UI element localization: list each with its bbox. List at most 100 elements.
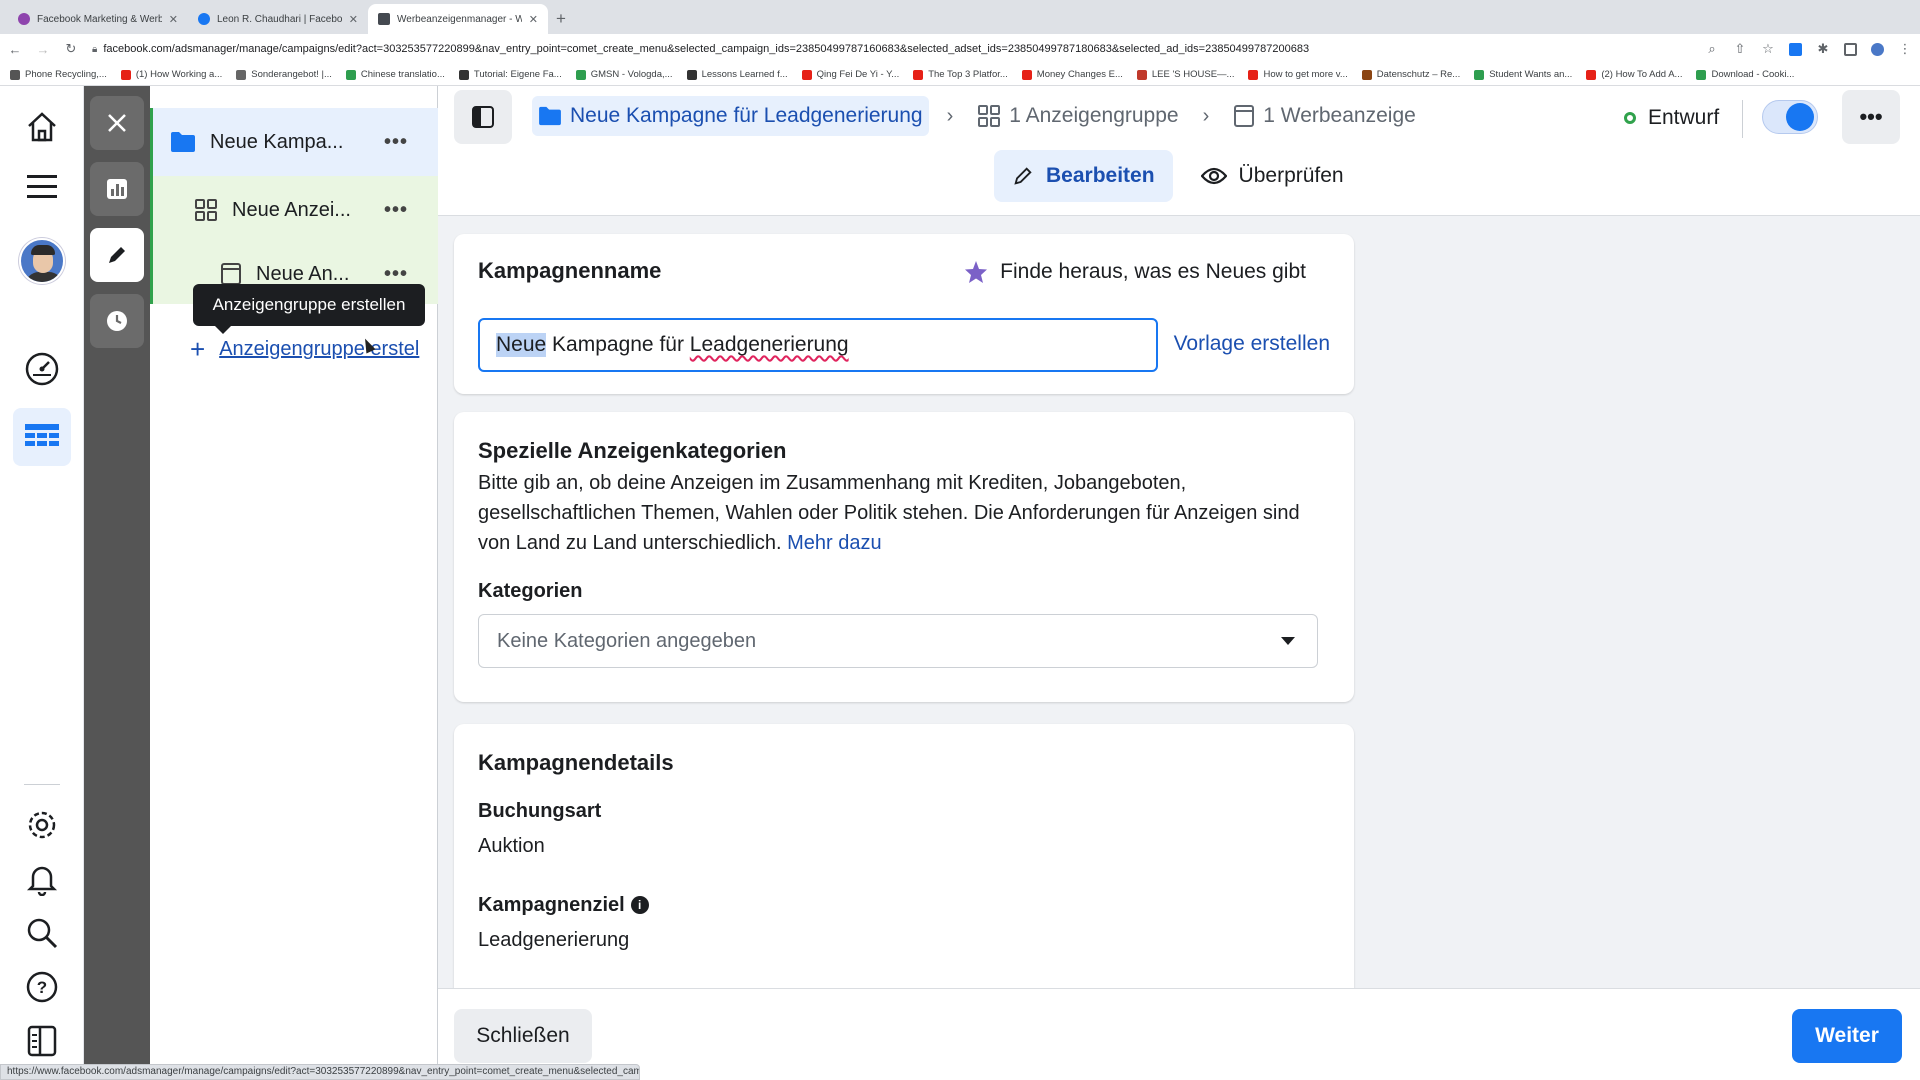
- bookmark-favicon-icon: [10, 69, 20, 80]
- tree-item-campaign[interactable]: Neue Kampa... •••: [150, 108, 438, 176]
- home-icon[interactable]: [13, 98, 71, 156]
- bookmark-item[interactable]: Sonderangebot! |...: [236, 69, 332, 80]
- tab-title: Facebook Marketing & Werbea: [37, 13, 162, 25]
- campaign-on-off-toggle[interactable]: [1762, 100, 1818, 134]
- extensions-icon[interactable]: ✱: [1816, 41, 1830, 57]
- bookmark-item[interactable]: Qing Fei De Yi - Y...: [801, 69, 899, 80]
- create-template-link[interactable]: Vorlage erstellen: [1174, 332, 1330, 356]
- bookmark-item[interactable]: Student Wants an...: [1474, 69, 1572, 80]
- sidebar-icon[interactable]: [1844, 42, 1857, 56]
- bookmark-item[interactable]: The Top 3 Platfor...: [913, 69, 1008, 80]
- more-options-button[interactable]: •••: [1842, 90, 1900, 144]
- divider: [1742, 100, 1743, 138]
- categories-select[interactable]: Keine Kategorien angegeben: [478, 614, 1318, 668]
- bookmark-favicon-icon: [1474, 69, 1485, 80]
- toggle-tree-panel-icon[interactable]: [454, 90, 512, 144]
- tab-edit[interactable]: Bearbeiten: [994, 150, 1173, 202]
- campaign-name-input[interactable]: Neue Kampagne für Leadgenerierung: [478, 318, 1158, 372]
- bookmark-item[interactable]: How to get more v...: [1248, 69, 1348, 80]
- bookmark-item[interactable]: (1) How Working a...: [120, 69, 222, 80]
- tab-close-icon[interactable]: ✕: [349, 13, 358, 26]
- url-field[interactable]: 🔒︎ facebook.com/adsmanager/manage/campai…: [92, 43, 1691, 55]
- tab-close-icon[interactable]: ✕: [169, 13, 178, 26]
- browser-tab[interactable]: Facebook Marketing & Werbea ✕: [8, 4, 188, 34]
- bookmark-item[interactable]: Chinese translatio...: [345, 69, 445, 80]
- bookmark-item[interactable]: Tutorial: Eigene Fa...: [458, 69, 562, 80]
- browser-tab[interactable]: Leon R. Chaudhari | Facebook ✕: [188, 4, 368, 34]
- input-spellcheck-text: Leadgenerierung: [689, 333, 849, 356]
- bookmark-item[interactable]: Download - Cooki...: [1696, 69, 1794, 80]
- notifications-bell-icon[interactable]: [13, 850, 71, 908]
- bookmark-item[interactable]: LEE 'S HOUSE—...: [1136, 69, 1234, 80]
- url-text: facebook.com/adsmanager/manage/campaigns…: [103, 43, 1310, 55]
- youtube-icon: [1248, 69, 1259, 80]
- breadcrumb: Neue Kampagne für Leadgenerierung › 1 An…: [532, 96, 1422, 136]
- special-ad-categories-card: Spezielle Anzeigenkategorien Bitte gib a…: [454, 412, 1354, 702]
- chart-bars-icon[interactable]: [90, 162, 144, 216]
- tab-close-icon[interactable]: ✕: [529, 13, 538, 26]
- ad-page-icon: [1234, 105, 1255, 127]
- create-adset-label: Anzeigengruppe erstel: [219, 338, 420, 360]
- help-icon[interactable]: ?: [13, 958, 71, 1016]
- bookmark-item[interactable]: Money Changes E...: [1021, 69, 1123, 80]
- left-nav-rail: ?: [0, 86, 84, 1080]
- folder-icon: [539, 106, 561, 126]
- tree-item-adset[interactable]: Neue Anzei... •••: [150, 176, 438, 244]
- tree-adset-more-icon[interactable]: •••: [384, 199, 408, 222]
- settings-gear-icon[interactable]: [13, 796, 71, 854]
- bookmark-item[interactable]: Datenschutz – Re...: [1361, 69, 1460, 80]
- editor-content: Kampagnenname Finde heraus, was es Neues…: [438, 216, 1920, 988]
- profile-icon[interactable]: [1871, 42, 1884, 56]
- history-clock-icon[interactable]: [90, 294, 144, 348]
- bookmark-favicon-icon: [575, 69, 586, 80]
- learn-more-link[interactable]: Mehr dazu: [787, 532, 882, 554]
- bookmark-star-icon[interactable]: ☆: [1761, 41, 1775, 57]
- create-adset-link[interactable]: + Anzeigengruppe erstel: [190, 334, 419, 365]
- bookmark-item[interactable]: (2) How To Add A...: [1586, 69, 1682, 80]
- close-button[interactable]: Schließen: [454, 1009, 592, 1063]
- status-ring-icon: [1624, 112, 1636, 124]
- bookmark-item[interactable]: GMSN - Vologda,...: [575, 69, 673, 80]
- chrome-menu-icon[interactable]: ⋮: [1898, 41, 1912, 57]
- whats-new-label: Finde heraus, was es Neues gibt: [1000, 260, 1306, 283]
- bookmark-item[interactable]: Lessons Learned f...: [686, 69, 788, 80]
- youtube-icon: [801, 69, 812, 80]
- bookmark-favicon-icon: [1361, 69, 1372, 80]
- toggle-knob: [1786, 103, 1814, 131]
- dashboard-gauge-icon[interactable]: [13, 340, 71, 398]
- next-button[interactable]: Weiter: [1792, 1009, 1902, 1063]
- tab-review-label: Überprüfen: [1238, 164, 1344, 187]
- facebook-extension-icon[interactable]: [1789, 42, 1802, 56]
- input-text: Kampagne für: [546, 333, 690, 356]
- whats-new-link[interactable]: Finde heraus, was es Neues gibt: [964, 260, 1306, 284]
- edit-pencil-icon[interactable]: [90, 228, 144, 282]
- reload-icon[interactable]: ↻: [64, 41, 78, 57]
- editor-header: Neue Kampagne für Leadgenerierung › 1 An…: [438, 86, 1920, 216]
- collapse-panel-icon[interactable]: [13, 1012, 71, 1070]
- youtube-icon: [1586, 69, 1597, 80]
- tree-ad-more-icon[interactable]: •••: [384, 263, 408, 286]
- breadcrumb-campaign[interactable]: Neue Kampagne für Leadgenerierung: [532, 96, 929, 136]
- tab-review[interactable]: Überprüfen: [1183, 150, 1362, 202]
- bookmarks-bar: Phone Recycling,... (1) How Working a...…: [0, 64, 1920, 86]
- zoom-icon[interactable]: ⌕: [1705, 41, 1719, 57]
- new-tab-icon[interactable]: +: [548, 4, 574, 34]
- share-icon[interactable]: ⇧: [1733, 41, 1747, 57]
- bookmark-favicon-icon: [345, 69, 356, 80]
- search-icon[interactable]: [13, 904, 71, 962]
- tab-favicon-icon: [18, 13, 30, 25]
- account-avatar[interactable]: [13, 232, 71, 290]
- breadcrumb-ad[interactable]: 1 Werbeanzeige: [1227, 96, 1422, 136]
- close-editor-icon[interactable]: [90, 96, 144, 150]
- tree-campaign-more-icon[interactable]: •••: [384, 131, 408, 154]
- menu-icon[interactable]: [13, 158, 71, 216]
- forward-icon[interactable]: →: [36, 42, 50, 57]
- back-icon[interactable]: ←: [8, 42, 22, 57]
- info-icon[interactable]: i: [630, 896, 649, 914]
- pencil-icon: [1014, 167, 1032, 185]
- browser-tab-active[interactable]: Werbeanzeigenmanager - Wer ✕: [368, 4, 548, 34]
- breadcrumb-adset[interactable]: 1 Anzeigengruppe: [971, 96, 1184, 136]
- campaigns-table-icon[interactable]: [13, 408, 71, 466]
- youtube-icon: [913, 69, 924, 80]
- bookmark-item[interactable]: Phone Recycling,...: [10, 69, 107, 80]
